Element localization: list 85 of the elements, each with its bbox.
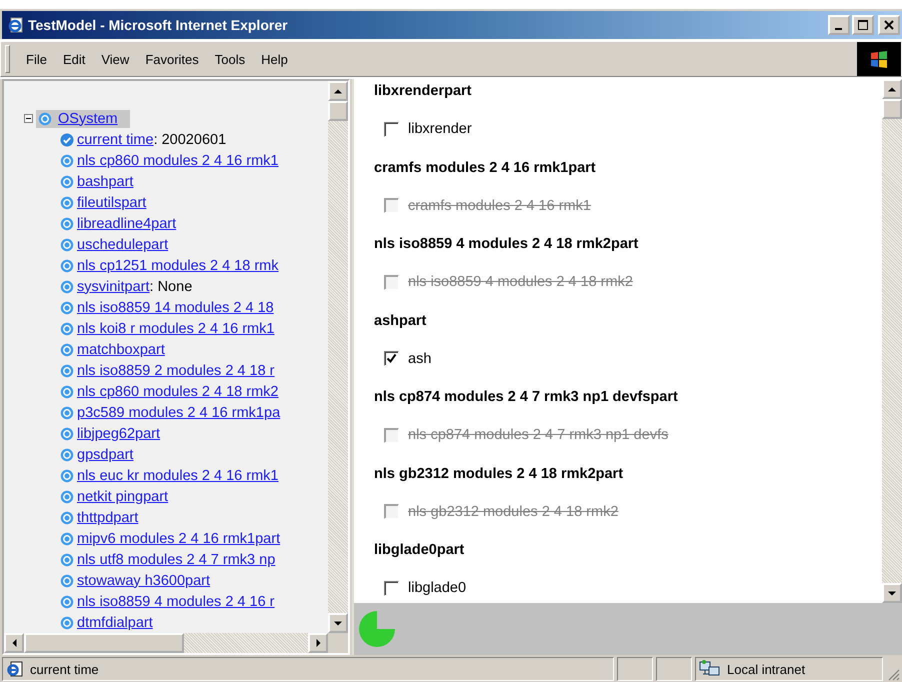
tree-item-link[interactable]: nls euc kr modules 2 4 16 rmk1: [77, 468, 278, 484]
menu-item[interactable]: Edit: [54, 50, 94, 68]
tree-item-link[interactable]: p3c589 modules 2 4 16 rmk1pa: [77, 404, 280, 420]
scroll-up-button[interactable]: [328, 81, 348, 101]
tree-item-link[interactable]: netkit pingpart: [77, 488, 168, 504]
zone-text: Local intranet: [727, 662, 806, 676]
tree-item-link[interactable]: nls iso8859 2 modules 2 4 18 r: [77, 362, 274, 378]
status-text: current time: [30, 662, 99, 676]
close-icon: [884, 20, 894, 30]
checkbox-label: ash: [408, 350, 432, 367]
menu-item[interactable]: Help: [253, 50, 296, 68]
scroll-down-button[interactable]: [328, 613, 348, 633]
tree-root-item[interactable]: OSystem: [36, 110, 130, 128]
status-pane: [617, 657, 653, 681]
tree-item-link[interactable]: nls cp1251 modules 2 4 18 rmk: [77, 258, 278, 274]
tree-item-link[interactable]: nls iso8859 4 modules 2 4 16 r: [77, 594, 274, 610]
scroll-right-button[interactable]: [308, 633, 328, 653]
tree-item-link[interactable]: bashpart: [77, 174, 134, 190]
tree-item-link[interactable]: thttpdpart: [77, 510, 138, 526]
browser-logo-icon: [8, 17, 24, 33]
close-button[interactable]: [878, 15, 900, 35]
tree-item-value: : 20020601: [154, 132, 226, 148]
menu-item[interactable]: File: [18, 50, 55, 68]
pie-icon: [358, 610, 396, 648]
minimize-icon: [834, 28, 842, 30]
minimize-button[interactable]: [828, 15, 850, 35]
tree-item-link[interactable]: nls koi8 r modules 2 4 16 rmk1: [77, 320, 274, 336]
check-circle-icon: [60, 132, 74, 146]
tree-item-link[interactable]: current time: [77, 132, 154, 148]
vertical-scrollbar[interactable]: [882, 79, 902, 603]
tree-item-link[interactable]: libjpeg62part: [77, 426, 160, 442]
section-heading: ashpart: [374, 312, 428, 330]
section-heading: nls gb2312 modules 2 4 18 rmk2part: [374, 464, 624, 484]
horizontal-scrollbar[interactable]: [4, 633, 328, 653]
tree-item-link[interactable]: nls iso8859 14 modules 2 4 18: [77, 300, 274, 316]
tree-item-link[interactable]: matchboxpart: [77, 342, 165, 358]
tree-item-link[interactable]: libreadline4part: [77, 216, 176, 232]
checkbox-label: nls gb2312 modules 2 4 18 rmk2: [408, 504, 618, 520]
maximize-icon: [858, 20, 868, 30]
down-arrow-icon: [334, 620, 342, 626]
tree-item-link[interactable]: nls cp860 modules 2 4 18 rmk2: [77, 384, 278, 400]
tree-item-link[interactable]: uschedulepart: [77, 236, 168, 252]
checkbox-label: cramfs modules 2 4 16 rmk1: [408, 198, 591, 214]
menu-item[interactable]: Favorites: [137, 50, 207, 68]
checkbox-label: nls iso8859 4 modules 2 4 18 rmk2: [408, 274, 633, 290]
section-heading: nls cp874 modules 2 4 7 rmk3 np1 devfspart: [374, 388, 679, 407]
up-arrow-icon: [888, 86, 896, 92]
section-heading: cramfs modules 2 4 16 rmk1part: [374, 158, 597, 178]
scrollbar-thumb[interactable]: [328, 101, 348, 121]
tree-item-value: : None: [150, 278, 192, 294]
window-title: TestModel - Microsoft Internet Explorer: [28, 17, 289, 33]
scroll-up-button[interactable]: [882, 79, 902, 99]
maximize-button[interactable]: [852, 15, 874, 35]
checkbox-label: libxrender: [408, 121, 472, 138]
page-icon: [6, 661, 24, 677]
network-icon: [699, 660, 721, 678]
tree-item-link[interactable]: nls cp860 modules 2 4 16 rmk1: [77, 152, 278, 168]
tree-item-link[interactable]: dtmfdialpart: [77, 614, 153, 630]
up-arrow-icon: [334, 88, 342, 94]
left-arrow-icon: [12, 639, 16, 647]
right-arrow-icon: [316, 639, 320, 647]
menu-item[interactable]: Tools: [206, 50, 254, 68]
menu-item[interactable]: View: [93, 50, 138, 68]
down-arrow-icon: [888, 590, 896, 596]
status-pane: [656, 657, 692, 681]
tree-item-link[interactable]: nls utf8 modules 2 4 7 rmk3 np: [77, 552, 276, 568]
collapse-toggle[interactable]: [24, 114, 33, 123]
tree-item-link[interactable]: gpsdpart: [77, 446, 134, 462]
section-heading: nls iso8859 4 modules 2 4 18 rmk2part: [374, 235, 640, 254]
section-heading: libglade0part: [374, 541, 466, 560]
tree-item-link[interactable]: stowaway h3600part: [77, 572, 210, 588]
checkbox-label: libglade0: [408, 580, 466, 596]
tree-item-link[interactable]: mipv6 modules 2 4 16 rmk1part: [77, 530, 280, 546]
checkmark-icon: [386, 353, 397, 364]
tree-item-link[interactable]: fileutilspart: [77, 194, 146, 210]
checkbox-label: nls cp874 modules 2 4 7 rmk3 np1 devfs: [408, 427, 668, 444]
resize-grip-icon[interactable]: [886, 667, 900, 681]
section-heading: libxrenderpart: [374, 82, 472, 101]
windows-logo-icon: [868, 48, 890, 70]
vertical-scrollbar[interactable]: [328, 81, 348, 633]
scrollbar-thumb[interactable]: [882, 99, 902, 119]
scroll-down-button[interactable]: [882, 583, 902, 603]
scroll-left-button[interactable]: [4, 633, 24, 653]
scrollbar-thumb[interactable]: [24, 633, 184, 653]
tree-item-link[interactable]: sysvinitpart: [77, 278, 150, 294]
